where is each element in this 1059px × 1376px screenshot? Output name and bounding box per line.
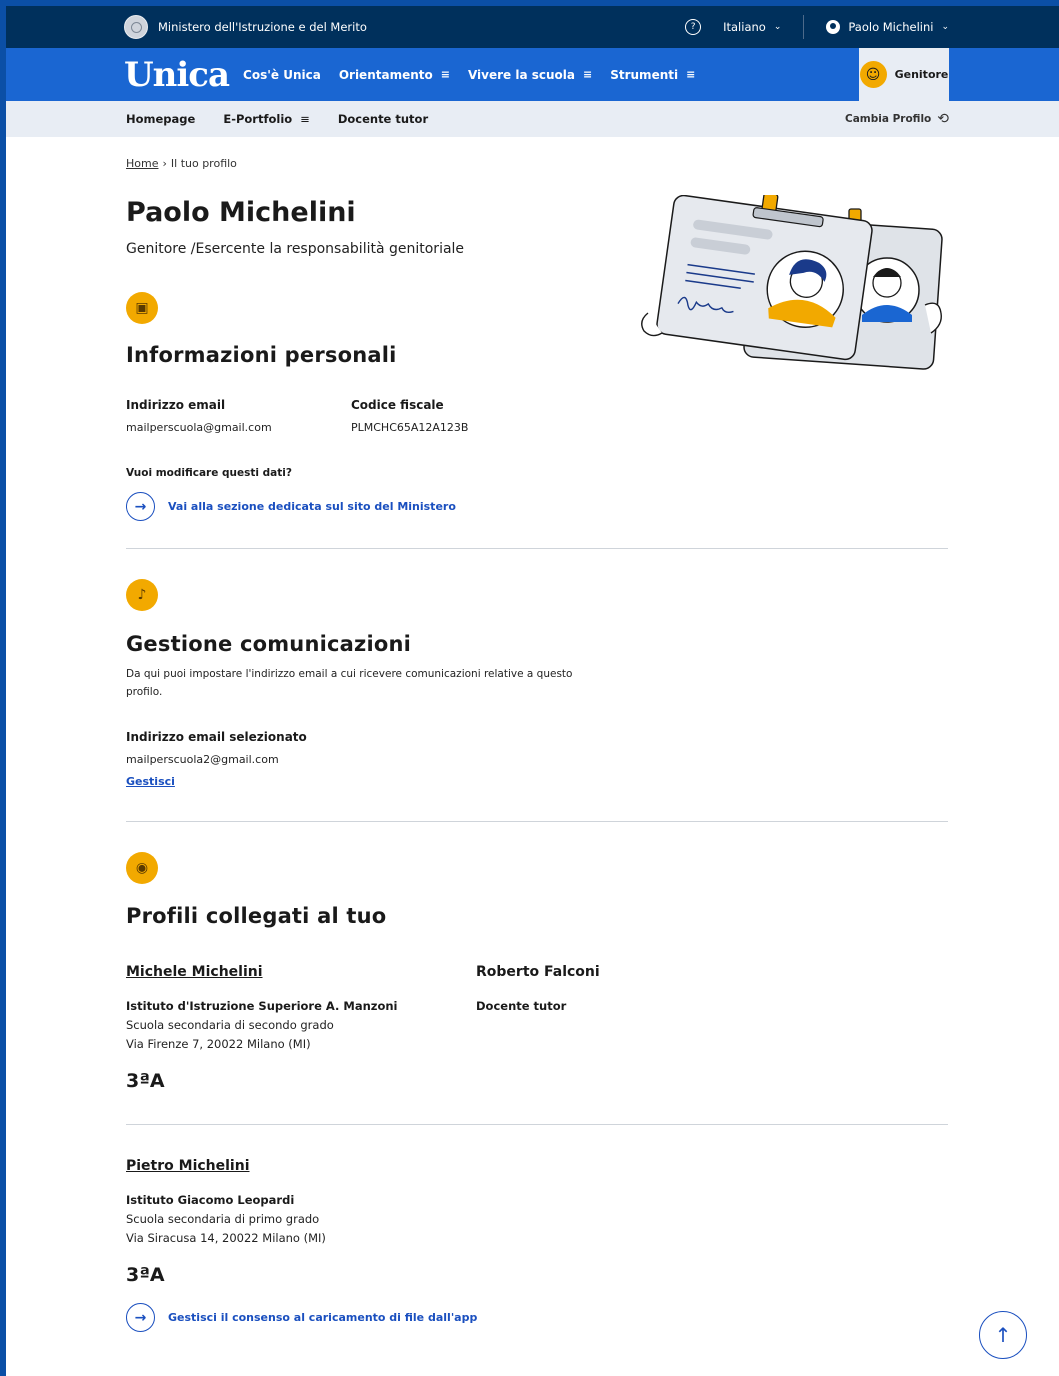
arrow-right-icon: →: [126, 492, 155, 521]
cambia-profilo-button[interactable]: Cambia Profilo ⟲: [845, 101, 949, 137]
breadcrumb-home-link[interactable]: Home: [126, 157, 158, 170]
school-grade: Scuola secondaria di primo grado: [126, 1212, 320, 1226]
email-label: Indirizzo email: [126, 398, 226, 412]
subnav-homepage[interactable]: Homepage: [126, 112, 195, 126]
gestisci-link[interactable]: Gestisci: [126, 775, 175, 788]
user-menu[interactable]: Paolo Michelini ⌄: [826, 20, 949, 34]
language-label: Italiano: [723, 20, 766, 34]
question-circle-icon[interactable]: ?: [685, 19, 702, 35]
ministry-bar: Ministero dell'Istruzione e del Merito ?…: [6, 6, 1059, 48]
language-selector[interactable]: Italiano ⌄: [723, 20, 781, 34]
school-grade: Scuola secondaria di secondo grado: [126, 1018, 334, 1032]
section-title-personal: Informazioni personali: [126, 343, 397, 367]
linked-student-name[interactable]: Pietro Michelini: [126, 1158, 250, 1174]
consent-link-label: Gestisci il consenso al caricamento di f…: [168, 1311, 478, 1324]
page-title: Paolo Michelini: [126, 197, 356, 228]
user-name: Paolo Michelini: [848, 20, 934, 34]
subnav-label: Homepage: [126, 112, 196, 126]
subnav-eportfolio[interactable]: E-Portfolio ≡: [223, 112, 309, 126]
selected-email-label: Indirizzo email selezionato: [126, 730, 307, 744]
breadcrumb: Home › Il tuo profilo: [126, 157, 237, 170]
comms-description: Da qui puoi impostare l'indirizzo email …: [126, 668, 573, 698]
id-badge-icon: ▣: [126, 292, 158, 324]
ministry-section-link-label: Vai alla sezione dedicata sul sito del M…: [168, 500, 456, 513]
breadcrumb-current: Il tuo profilo: [170, 157, 237, 170]
nav-vivere-la-scuola[interactable]: Vivere la scuola ≡: [468, 68, 592, 82]
class-label: 3ªA: [126, 1264, 165, 1286]
window-left-border: [0, 0, 6, 1376]
codice-fiscale-value: PLMCHC65A12A123B: [351, 421, 469, 434]
tutor-role: Docente tutor: [476, 999, 567, 1013]
menu-icon: ≡: [300, 112, 310, 126]
section-title-linked: Profili collegati al tuo: [126, 904, 387, 928]
user-avatar-icon: [826, 20, 841, 34]
section-divider: [126, 548, 948, 549]
linked-profiles-icon: ◉: [126, 852, 158, 884]
school-address: Via Siracusa 14, 20022 Milano (MI): [126, 1231, 326, 1245]
sub-navigation: Homepage E-Portfolio ≡ Docente tutor Camb…: [6, 101, 1059, 137]
selected-email-value: mailperscuola2@gmail.com: [126, 753, 279, 766]
nav-cose-unica[interactable]: Cos'è Unica: [243, 68, 321, 82]
arrow-right-icon: →: [126, 1303, 155, 1332]
topbar-separator: [803, 15, 805, 39]
class-label: 3ªA: [126, 1070, 165, 1092]
profile-tab-genitore[interactable]: ☺ Genitore: [859, 48, 949, 101]
nav-label: Cos'è Unica: [243, 67, 321, 82]
scroll-to-top-button[interactable]: ↑: [979, 1311, 1027, 1359]
family-icon: ☺: [859, 61, 887, 88]
unica-logo[interactable]: Unica: [124, 58, 230, 92]
switch-profile-icon: ⟲: [937, 111, 949, 127]
nav-strumenti[interactable]: Strumenti ≡: [610, 68, 695, 82]
school-name: Istituto Giacomo Leopardi: [126, 1193, 295, 1207]
consent-link[interactable]: → Gestisci il consenso al caricamento di…: [126, 1303, 477, 1332]
nav-label: Strumenti: [610, 67, 679, 82]
chevron-down-icon: ⌄: [941, 22, 949, 32]
subnav-label: E-Portfolio: [223, 112, 293, 126]
breadcrumb-separator: ›: [162, 157, 167, 170]
chevron-down-icon: ⌄: [773, 22, 782, 32]
menu-icon: ≡: [686, 68, 696, 81]
nav-label: Orientamento: [338, 67, 433, 82]
school-address: Via Firenze 7, 20022 Milano (MI): [126, 1037, 311, 1051]
tutor-name: Roberto Falconi: [476, 964, 600, 980]
menu-icon: ≡: [583, 68, 593, 81]
id-card-illustration: [641, 195, 943, 370]
linked-student-name[interactable]: Michele Michelini: [126, 964, 263, 980]
school-name: Istituto d'Istruzione Superiore A. Manzo…: [126, 999, 398, 1013]
section-title-comms: Gestione comunicazioni: [126, 632, 412, 656]
modify-question: Vuoi modificare questi dati?: [126, 467, 292, 479]
nav-label: Vivere la scuola: [467, 67, 575, 82]
arrow-up-icon: ↑: [994, 1323, 1012, 1347]
profile-role: Genitore /Esercente la responsabilità ge…: [126, 241, 465, 257]
main-navigation: Unica Cos'è Unica Orientamento ≡ Vivere l…: [6, 48, 1059, 101]
republic-emblem-icon: [124, 15, 148, 39]
ministry-section-link[interactable]: → Vai alla sezione dedicata sul sito del…: [126, 492, 456, 521]
bell-icon: ♪: [126, 579, 158, 611]
menu-icon: ≡: [440, 68, 450, 81]
email-value: mailperscuola@gmail.com: [126, 421, 272, 434]
section-divider: [126, 1124, 948, 1125]
nav-orientamento[interactable]: Orientamento ≡: [339, 68, 450, 82]
subnav-docente-tutor[interactable]: Docente tutor: [338, 112, 428, 126]
subnav-label: Docente tutor: [337, 112, 429, 126]
cambia-profilo-label: Cambia Profilo: [844, 113, 932, 125]
ministry-name[interactable]: Ministero dell'Istruzione e del Merito: [158, 20, 367, 34]
profile-tab-label: Genitore: [894, 68, 949, 81]
codice-fiscale-label: Codice fiscale: [351, 398, 444, 412]
section-divider: [126, 821, 948, 822]
